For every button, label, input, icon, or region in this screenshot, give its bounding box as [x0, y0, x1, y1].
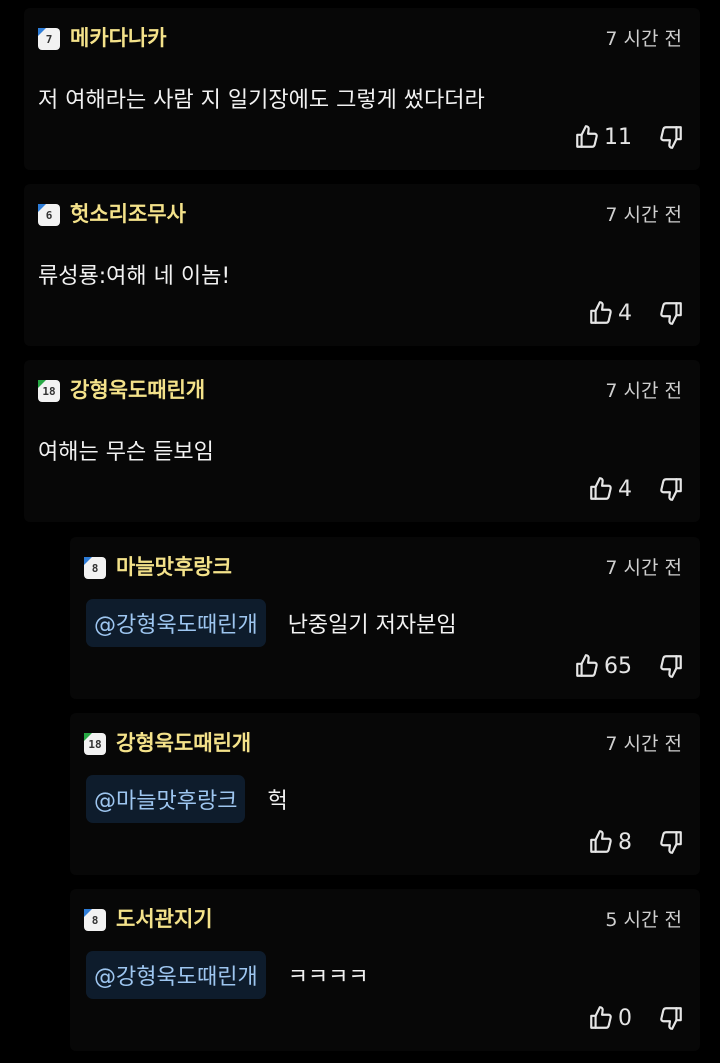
thumbs-up-icon	[590, 477, 612, 500]
reply-comment: 18 강형욱도때린개 7 시간 전 @마늘맛후랑크 헉 8	[0, 705, 720, 881]
comment-text: 저 여해라는 사람 지 일기장에도 그렇게 썼다더라	[38, 88, 485, 113]
timestamp: 7 시간 전	[605, 733, 682, 755]
thumbs-down-icon	[660, 831, 682, 854]
comment-text: 헉	[267, 789, 288, 814]
mention-chip[interactable]: @강형욱도때린개	[86, 951, 266, 999]
like-button[interactable]: 4	[588, 300, 658, 326]
dislike-button[interactable]	[658, 1005, 684, 1031]
like-button[interactable]: 65	[574, 653, 658, 679]
thumbs-down-icon	[660, 478, 682, 501]
level-number: 8	[91, 561, 99, 575]
reaction-bar: 4	[560, 300, 684, 326]
like-count: 0	[618, 1005, 632, 1031]
timestamp: 7 시간 전	[605, 557, 682, 579]
comment: 7 메카다나카 7 시간 전 저 여해라는 사람 지 일기장에도 그렇게 썼다더…	[0, 0, 720, 176]
like-button[interactable]: 0	[588, 1005, 658, 1031]
like-count: 11	[604, 124, 632, 150]
level-number: 7	[45, 32, 53, 46]
reaction-bar: 11	[560, 124, 684, 150]
level-number: 18	[88, 737, 102, 751]
comment-body: 류성룡:여해 네 이놈!	[38, 258, 230, 290]
like-button[interactable]: 4	[588, 476, 658, 502]
timestamp: 7 시간 전	[605, 28, 682, 50]
dislike-button[interactable]	[658, 476, 684, 502]
timestamp: 7 시간 전	[605, 204, 682, 226]
comment: 18 강형욱도때린개 7 시간 전 여해는 무슨 듣보임 4	[0, 352, 720, 528]
level-badge-icon: 8	[84, 909, 106, 931]
level-badge-icon: 7	[38, 28, 60, 50]
comment-body: @강형욱도때린개 ㅋㅋㅋㅋ	[86, 951, 369, 999]
thumbs-down-icon	[660, 302, 682, 325]
reaction-bar: 65	[560, 653, 684, 679]
like-count: 65	[604, 653, 632, 679]
author-name[interactable]: 강형욱도때린개	[70, 374, 205, 404]
author-name[interactable]: 헛소리조무사	[70, 198, 186, 228]
comment-body: 저 여해라는 사람 지 일기장에도 그렇게 썼다더라	[38, 82, 485, 114]
like-count: 4	[618, 300, 632, 326]
level-badge-icon: 6	[38, 204, 60, 226]
thumbs-up-icon	[576, 125, 598, 148]
level-badge-icon: 18	[38, 380, 60, 402]
thumbs-up-icon	[576, 654, 598, 677]
level-number: 8	[91, 913, 99, 927]
thumbs-down-icon	[660, 126, 682, 149]
reply-comment: 8 도서관지기 5 시간 전 @강형욱도때린개 ㅋㅋㅋㅋ 0	[0, 881, 720, 1057]
comment-text: ㅋㅋㅋㅋ	[287, 965, 369, 990]
author-name[interactable]: 도서관지기	[116, 903, 213, 933]
comment-body: 여해는 무슨 듣보임	[38, 434, 214, 466]
dislike-button[interactable]	[658, 653, 684, 679]
reply-comment: 8 마늘맛후랑크 7 시간 전 @강형욱도때린개 난중일기 저자분임 65	[0, 529, 720, 705]
thumbs-down-icon	[660, 1007, 682, 1030]
comment-text: 류성룡:여해 네 이놈!	[38, 264, 231, 289]
thumbs-up-icon	[590, 301, 612, 324]
author-name[interactable]: 강형욱도때린개	[116, 727, 251, 757]
comment-body: @마늘맛후랑크 헉	[86, 775, 288, 823]
like-button[interactable]: 8	[588, 829, 658, 855]
reaction-bar: 0	[560, 1005, 684, 1031]
level-badge-icon: 8	[84, 557, 106, 579]
comment-text: 난중일기 저자분임	[287, 613, 457, 638]
mention-chip[interactable]: @마늘맛후랑크	[86, 775, 246, 823]
thumbs-down-icon	[660, 655, 682, 678]
level-number: 6	[45, 208, 53, 222]
reaction-bar: 4	[560, 476, 684, 502]
level-badge-icon: 18	[84, 733, 106, 755]
thumbs-up-icon	[590, 830, 612, 853]
like-count: 8	[618, 829, 632, 855]
dislike-button[interactable]	[658, 829, 684, 855]
comment-body: @강형욱도때린개 난중일기 저자분임	[86, 599, 457, 647]
like-button[interactable]: 11	[574, 124, 658, 150]
comment: 6 헛소리조무사 7 시간 전 류성룡:여해 네 이놈! 4	[0, 176, 720, 352]
dislike-button[interactable]	[658, 124, 684, 150]
mention-chip[interactable]: @강형욱도때린개	[86, 599, 266, 647]
comment-text: 여해는 무슨 듣보임	[38, 440, 214, 465]
author-name[interactable]: 메카다나카	[70, 22, 167, 52]
reaction-bar: 8	[560, 829, 684, 855]
like-count: 4	[618, 476, 632, 502]
dislike-button[interactable]	[658, 300, 684, 326]
timestamp: 5 시간 전	[605, 909, 682, 931]
author-name[interactable]: 마늘맛후랑크	[116, 551, 232, 581]
thumbs-up-icon	[590, 1006, 612, 1029]
level-number: 18	[42, 384, 56, 398]
timestamp: 7 시간 전	[605, 380, 682, 402]
